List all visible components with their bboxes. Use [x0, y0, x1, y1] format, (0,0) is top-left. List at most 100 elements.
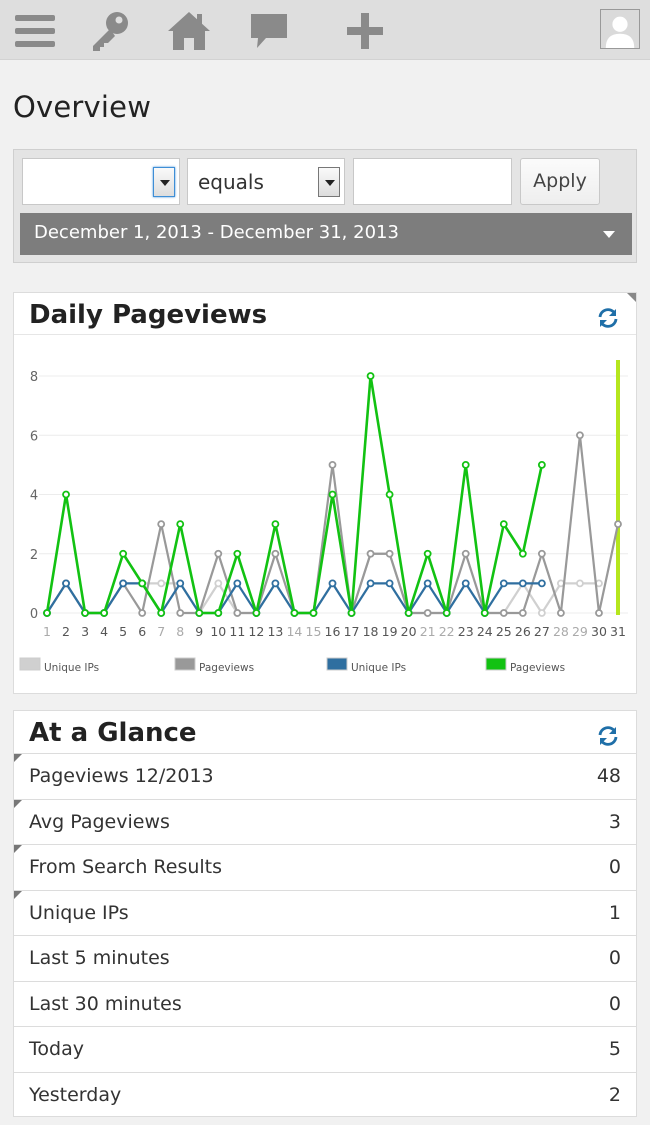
chevron-down-icon[interactable]	[153, 167, 175, 197]
x-tick-label: 22	[439, 624, 455, 639]
data-point	[442, 609, 451, 617]
data-point	[461, 460, 470, 469]
data-point	[214, 549, 223, 558]
user-avatar-icon[interactable]	[600, 9, 640, 49]
stat-label: Yesterday	[29, 1083, 122, 1106]
x-tick-label: 10	[210, 624, 226, 639]
data-point	[385, 490, 394, 499]
x-tick-label: 5	[119, 624, 127, 639]
data-point	[81, 609, 89, 617]
data-point	[537, 549, 546, 558]
data-point	[366, 549, 375, 558]
key-icon[interactable]	[88, 8, 134, 54]
legend-label: Pageviews	[199, 662, 254, 674]
stat-label: Last 30 minutes	[29, 992, 182, 1015]
x-tick-label: 24	[477, 624, 493, 639]
stat-row-marker	[14, 890, 22, 899]
data-point	[347, 609, 356, 617]
data-point	[214, 579, 223, 588]
data-point	[537, 609, 546, 617]
x-tick-label: 26	[515, 624, 531, 639]
stat-row: Today 5	[14, 1027, 636, 1073]
pageviews-chart: 024681 2 3 4 5 6 7 8 9 10 11 12 13 14 15 16 17 18 19 20 21 22…	[19, 360, 628, 674]
legend-swatch	[485, 657, 507, 671]
x-tick-label: 20	[401, 624, 417, 639]
comment-icon[interactable]	[246, 8, 292, 54]
x-tick-label: 9	[195, 624, 203, 639]
y-tick-label: 0	[30, 607, 38, 622]
stat-value: 0	[608, 992, 621, 1015]
data-point	[43, 609, 51, 617]
x-tick-label: 19	[382, 624, 398, 639]
stat-label: Today	[29, 1038, 84, 1060]
data-point	[252, 609, 261, 617]
stat-value: 0	[608, 947, 621, 969]
data-point	[423, 579, 432, 588]
data-point	[366, 372, 375, 380]
stat-row[interactable]: From Search Results 0	[14, 845, 636, 891]
stat-row[interactable]: Pageviews 12/2013 48	[14, 754, 636, 800]
data-point	[518, 549, 527, 558]
at-a-glance-widget: At a Glance Pageviews 12/2013 48 Avg Page…	[13, 710, 637, 1117]
filter-panel: equals Apply December 1, 2013 - December…	[13, 149, 637, 263]
x-tick-label: 21	[420, 624, 436, 639]
data-point	[271, 579, 280, 588]
data-point	[233, 579, 242, 588]
data-point	[328, 460, 337, 469]
filter-field-select[interactable]	[22, 158, 180, 205]
menu-icon[interactable]	[12, 8, 58, 54]
data-point	[157, 579, 166, 588]
data-point	[423, 549, 432, 558]
x-tick-label: 23	[458, 624, 474, 639]
x-tick-label: 15	[306, 624, 322, 639]
stat-row[interactable]: Unique IPs 1	[14, 890, 636, 936]
y-tick-label: 2	[30, 548, 38, 563]
data-point	[309, 609, 318, 617]
chevron-down-icon[interactable]	[318, 167, 340, 197]
filter-operator-value: equals	[198, 170, 264, 194]
apply-button[interactable]: Apply	[520, 158, 600, 205]
data-point	[157, 609, 166, 617]
stat-row-marker	[14, 799, 22, 808]
stat-label: From Search Results	[29, 856, 223, 878]
data-point	[385, 549, 394, 558]
x-tick-label: 16	[325, 624, 341, 639]
x-tick-label: 25	[496, 624, 512, 639]
data-point	[62, 579, 70, 588]
stat-row[interactable]: Avg Pageviews 3	[14, 799, 636, 845]
x-tick-label: 17	[344, 624, 360, 639]
date-range-selector[interactable]: December 1, 2013 - December 31, 2013	[20, 213, 632, 255]
x-tick-label: 18	[363, 624, 379, 639]
data-point	[614, 520, 622, 529]
data-point	[366, 579, 375, 588]
data-point	[157, 520, 166, 529]
y-tick-label: 4	[30, 489, 38, 504]
home-icon[interactable]	[166, 8, 212, 54]
data-point	[176, 579, 185, 588]
x-tick-label: 8	[176, 624, 184, 639]
x-tick-label: 28	[553, 624, 569, 639]
data-point	[537, 460, 546, 469]
data-point	[499, 609, 508, 617]
data-point	[518, 609, 527, 617]
data-point	[328, 579, 337, 588]
stat-row: Last 5 minutes 0	[14, 936, 636, 982]
data-point	[423, 609, 432, 617]
filter-value-input[interactable]	[353, 158, 512, 205]
data-point	[119, 549, 128, 558]
daily-pageviews-widget: Daily Pageviews 0 2 4 6 8 1 2 3 4 5 6 7 8 9 10 11 12 13 14…	[13, 292, 637, 694]
data-point	[290, 609, 299, 617]
refresh-icon[interactable]	[596, 724, 620, 748]
plus-icon[interactable]	[342, 8, 388, 54]
legend-label: Pageviews	[510, 662, 565, 674]
stat-row-marker	[14, 845, 22, 853]
filter-operator-select[interactable]: equals	[187, 158, 345, 205]
x-tick-label: 12	[248, 624, 264, 639]
page-title: Overview	[13, 90, 152, 124]
stat-row: Yesterday 2	[14, 1073, 636, 1119]
legend-label: Unique IPs	[351, 662, 406, 674]
data-point	[176, 609, 185, 617]
x-tick-label: 13	[267, 624, 283, 639]
data-point	[461, 579, 470, 588]
top-toolbar	[0, 0, 650, 60]
